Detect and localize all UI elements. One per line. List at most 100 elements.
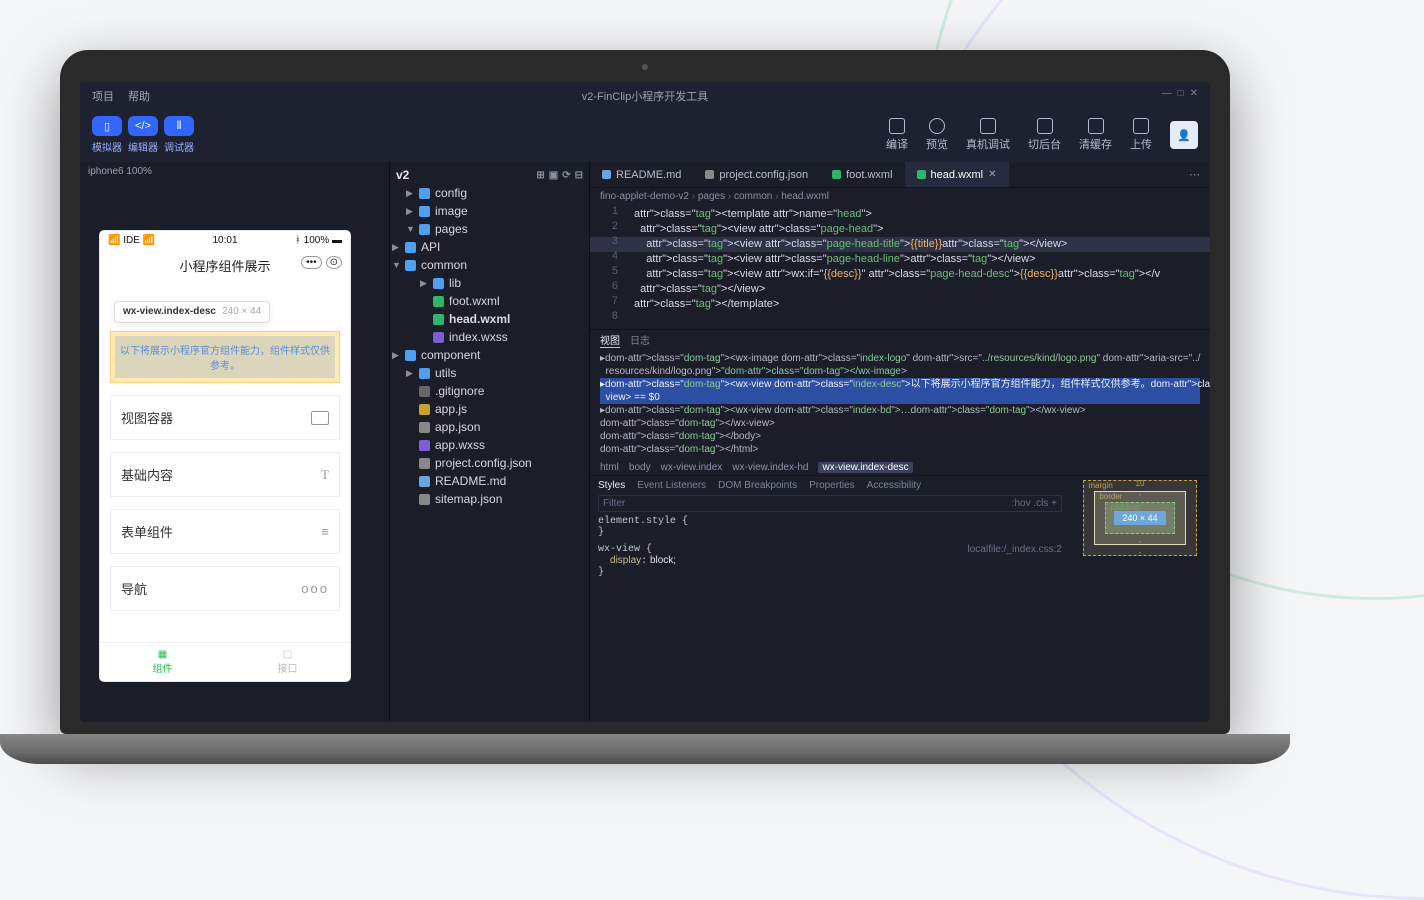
mini-program-title: 小程序组件展示 ••• ⊙ xyxy=(100,250,350,281)
list-item[interactable]: 导航ooo xyxy=(110,566,340,611)
styles-subtab[interactable]: Accessibility xyxy=(867,480,921,491)
box-model: margin 10 border - padding - 240 × 4 xyxy=(1070,476,1210,722)
styles-hov-toggle[interactable]: :hov .cls + xyxy=(1012,498,1057,509)
tree-item[interactable]: app.js xyxy=(392,400,587,418)
remote-debug-button[interactable]: 真机调试 xyxy=(966,118,1010,152)
laptop-frame: 项目 帮助 v2-FinClip小程序开发工具 — □ ✕ ▯模拟器 </>编辑… xyxy=(60,50,1230,764)
mode-simulator[interactable]: ▯ xyxy=(92,116,122,136)
tab-api[interactable]: ▢接口 xyxy=(225,643,350,681)
project-root[interactable]: v2 xyxy=(396,168,409,182)
simulator-panel: iphone6 100% 📶 IDE 📶 10:01 ᚼ 100% ▬ 小程序组… xyxy=(80,162,390,722)
devtools-tab-log[interactable]: 日志 xyxy=(630,332,650,348)
mode-toggle-group: ▯模拟器 </>编辑器 ⫴调试器 xyxy=(92,116,194,154)
phone-preview: 📶 IDE 📶 10:01 ᚼ 100% ▬ 小程序组件展示 ••• ⊙ xyxy=(100,231,350,681)
devtools-tab-view[interactable]: 视图 xyxy=(600,332,620,348)
compile-button[interactable]: 编译 xyxy=(886,118,908,152)
styles-subtab[interactable]: Event Listeners xyxy=(637,480,706,491)
clear-cache-button[interactable]: 清缓存 xyxy=(1079,118,1112,152)
phone-tabbar: ▦组件 ▢接口 xyxy=(100,642,350,681)
elements-crumb[interactable]: wx-view.index xyxy=(661,462,723,473)
tab-overflow-icon[interactable]: ⋯ xyxy=(1179,162,1210,187)
elements-crumb[interactable]: html xyxy=(600,462,619,473)
elements-crumb[interactable]: wx-view.index-hd xyxy=(732,462,808,473)
tree-item[interactable]: README.md xyxy=(392,472,587,490)
tree-item[interactable]: ▶API xyxy=(392,238,587,256)
dom-node[interactable]: dom-attr">class="dom-tag"></html> xyxy=(600,443,1200,456)
refresh-icon[interactable]: ⟳ xyxy=(562,170,570,181)
tree-item[interactable]: ▶image xyxy=(392,202,587,220)
text-icon: T xyxy=(321,467,329,483)
dom-node[interactable]: ▸dom-attr">class="dom-tag"><wx-view dom-… xyxy=(600,378,1200,391)
toolbar: ▯模拟器 </>编辑器 ⫴调试器 编译 预览 真机调试 切后台 清缓存 上传 👤 xyxy=(80,110,1210,162)
tree-item[interactable]: ▶component xyxy=(392,346,587,364)
breadcrumb-segment[interactable]: common xyxy=(725,191,772,202)
capsule-close-icon[interactable]: ⊙ xyxy=(326,256,342,269)
breadcrumb-segment[interactable]: pages xyxy=(689,191,725,202)
laptop-base xyxy=(0,734,1290,764)
list-item[interactable]: 视图容器 xyxy=(110,395,340,440)
dom-node[interactable]: resources/kind/logo.png">"dom-attr">clas… xyxy=(600,365,1200,378)
dom-node[interactable]: dom-attr">class="dom-tag"></body> xyxy=(600,430,1200,443)
styles-subtab[interactable]: Properties xyxy=(809,480,855,491)
editor-panel: README.mdproject.config.jsonfoot.wxmlhea… xyxy=(590,162,1210,722)
tree-item[interactable]: app.json xyxy=(392,418,587,436)
upload-button[interactable]: 上传 xyxy=(1130,118,1152,152)
breadcrumb: fino-applet-demo-v2pagescommonhead.wxml xyxy=(590,188,1210,205)
window-title: v2-FinClip小程序开发工具 xyxy=(80,88,1210,104)
dom-node[interactable]: ▸dom-attr">class="dom-tag"><wx-image dom… xyxy=(600,352,1200,365)
breadcrumb-segment[interactable]: fino-applet-demo-v2 xyxy=(600,191,689,202)
elements-crumb[interactable]: wx-view.index-desc xyxy=(818,462,912,473)
list-item[interactable]: 基础内容T xyxy=(110,452,340,497)
maximize-icon[interactable]: □ xyxy=(1178,88,1184,104)
tree-item[interactable]: foot.wxml xyxy=(392,292,587,310)
elements-crumb[interactable]: body xyxy=(629,462,651,473)
dom-node[interactable]: view> == $0 xyxy=(600,391,1200,404)
camera-dot xyxy=(642,64,648,70)
avatar[interactable]: 👤 xyxy=(1170,121,1198,149)
tree-item[interactable]: ▶config xyxy=(392,184,587,202)
close-icon[interactable]: ✕ xyxy=(1190,88,1198,104)
css-rule[interactable]: localfile:/_index.css:2wx-view { display… xyxy=(598,544,1062,578)
dom-node[interactable]: dom-attr">class="dom-tag"></wx-view> xyxy=(600,417,1200,430)
container-icon xyxy=(311,411,329,425)
styles-panel: Styles Event Listeners DOM Breakpoints Prop… xyxy=(590,476,1070,722)
new-folder-icon[interactable]: ▣ xyxy=(549,170,558,181)
styles-filter-input[interactable]: Filter xyxy=(603,498,625,509)
capsule-menu-icon[interactable]: ••• xyxy=(301,256,322,269)
editor-tab[interactable]: project.config.json xyxy=(693,162,820,187)
collapse-icon[interactable]: ⊟ xyxy=(575,170,583,181)
tree-item[interactable]: sitemap.json xyxy=(392,490,587,508)
menu-project[interactable]: 项目 xyxy=(92,88,114,104)
new-file-icon[interactable]: ⊞ xyxy=(536,170,544,181)
dom-node[interactable]: ▸dom-attr">class="dom-tag"><wx-view dom-… xyxy=(600,404,1200,417)
elements-panel[interactable]: ▸dom-attr">class="dom-tag"><wx-image dom… xyxy=(590,350,1210,460)
tree-item[interactable]: .gitignore xyxy=(392,382,587,400)
menu-help[interactable]: 帮助 xyxy=(128,88,150,104)
list-item[interactable]: 表单组件≡ xyxy=(110,509,340,554)
styles-subtab[interactable]: Styles xyxy=(598,480,625,491)
tab-close-icon[interactable]: ✕ xyxy=(988,169,996,180)
editor-tab[interactable]: head.wxml✕ xyxy=(905,162,1009,187)
tree-item[interactable]: ▶lib xyxy=(392,274,587,292)
minimize-icon[interactable]: — xyxy=(1162,88,1172,104)
styles-subtab[interactable]: DOM Breakpoints xyxy=(718,480,797,491)
mode-debugger[interactable]: ⫴ xyxy=(164,116,194,136)
tree-item[interactable]: index.wxss xyxy=(392,328,587,346)
mode-editor[interactable]: </> xyxy=(128,116,158,136)
editor-tab[interactable]: README.md xyxy=(590,162,693,187)
breadcrumb-segment[interactable]: head.wxml xyxy=(772,191,829,202)
tree-item[interactable]: project.config.json xyxy=(392,454,587,472)
cut-bg-button[interactable]: 切后台 xyxy=(1028,118,1061,152)
inspect-tooltip: wx-view.index-desc240 × 44 xyxy=(114,301,270,323)
editor-tab[interactable]: foot.wxml xyxy=(820,162,904,187)
tab-components[interactable]: ▦组件 xyxy=(100,643,225,681)
tree-item[interactable]: ▶utils xyxy=(392,364,587,382)
preview-button[interactable]: 预览 xyxy=(926,118,948,152)
tree-item[interactable]: app.wxss xyxy=(392,436,587,454)
elements-breadcrumb: html body wx-view.index wx-view.index-hd wx-… xyxy=(590,460,1210,475)
tree-item[interactable]: head.wxml xyxy=(392,310,587,328)
tree-item[interactable]: ▼pages xyxy=(392,220,587,238)
css-rule[interactable]: element.style {} xyxy=(598,516,1062,538)
code-editor[interactable]: attr">class="tag"><template attr">name="… xyxy=(590,205,1210,329)
tree-item[interactable]: ▼common xyxy=(392,256,587,274)
